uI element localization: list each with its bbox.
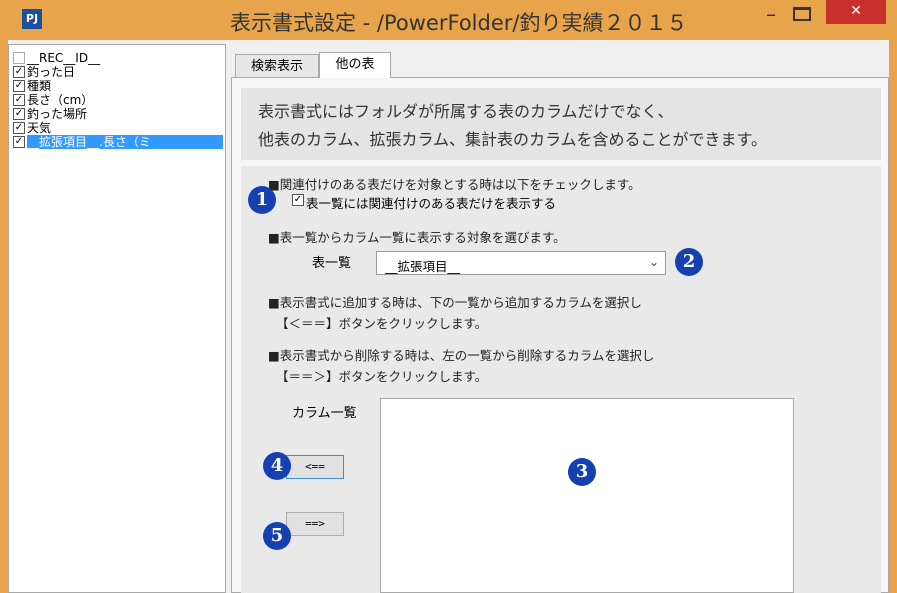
tab-search-display[interactable]: 検索表示 xyxy=(235,54,319,78)
list-item-selected[interactable]: ✓ __拡張項目__.長さ（ミ xyxy=(13,135,223,149)
app-icon: PJ xyxy=(22,9,42,29)
format-column-list[interactable]: __REC__ID__ ✓ 釣った日 ✓ 種類 ✓ 長さ（cm） ✓ 釣った場所 ✓ 天気… xyxy=(8,44,226,593)
callout-badge-5: 5 xyxy=(263,522,291,550)
checkbox[interactable]: ✓ xyxy=(13,122,25,134)
related-only-checkbox[interactable]: ✓ 表一覧には関連付けのある表だけを表示する xyxy=(292,193,556,212)
tab-other-tables[interactable]: 他の表 xyxy=(319,52,391,78)
tables-dropdown[interactable]: __拡張項目__ ⌄ xyxy=(376,251,666,275)
title-bar[interactable]: PJ 表示書式設定 - /PowerFolder/釣り実績２０１５ – ✕ xyxy=(0,0,897,40)
checkbox[interactable]: ✓ xyxy=(13,94,25,106)
callout-badge-2: 2 xyxy=(675,248,703,276)
list-item-label: 天気 xyxy=(27,121,52,135)
columns-label: カラム一覧 xyxy=(292,406,357,421)
minimize-button[interactable]: – xyxy=(759,4,783,26)
callout-badge-3: 3 xyxy=(568,458,596,486)
list-item-label: 釣った日 xyxy=(27,65,76,79)
checkbox[interactable]: ✓ xyxy=(13,80,25,92)
list-item-label: 釣った場所 xyxy=(27,107,88,121)
description-line-2: 他表のカラム、拡張カラム、集計表のカラムを含めることができます。 xyxy=(258,130,767,149)
maximize-button[interactable] xyxy=(793,7,811,21)
select-note: ■表一覧からカラム一覧に表示する対象を選びます。 xyxy=(268,230,566,245)
checkbox[interactable] xyxy=(13,52,25,64)
chevron-down-icon: ⌄ xyxy=(648,255,659,269)
list-item[interactable]: ✓ 天気 xyxy=(13,121,51,135)
list-item-label: 長さ（cm） xyxy=(27,93,94,107)
add-column-button[interactable]: <== xyxy=(286,455,344,479)
list-item[interactable]: ✓ 釣った日 xyxy=(13,65,75,79)
close-button[interactable]: ✕ xyxy=(826,0,886,24)
tables-selected-value: __拡張項目__ xyxy=(385,259,461,274)
list-item-label: __拡張項目__.長さ（ミ xyxy=(27,135,223,149)
description-line-1: 表示書式にはフォルダが所属する表のカラムだけでなく、 xyxy=(258,102,674,121)
add-note-line-2: 【＜＝＝】ボタンをクリックします。 xyxy=(276,316,488,331)
checkbox[interactable]: ✓ xyxy=(13,66,25,78)
list-item[interactable]: ✓ 長さ（cm） xyxy=(13,93,93,107)
checkbox[interactable]: ✓ xyxy=(292,194,304,206)
list-item[interactable]: ✓ 種類 xyxy=(13,79,51,93)
related-note: ■関連付けのある表だけを対象とする時は以下をチェックします。 xyxy=(268,177,641,192)
callout-badge-1: 1 xyxy=(248,186,276,214)
remove-note-line-2: 【＝＝＞】ボタンをクリックします。 xyxy=(276,369,488,384)
list-item-label: __REC__ID__ xyxy=(27,51,101,65)
tables-label: 表一覧 xyxy=(312,256,352,271)
list-item[interactable]: __REC__ID__ xyxy=(13,51,100,65)
remove-column-button[interactable]: ==> xyxy=(286,512,344,536)
checkbox[interactable]: ✓ xyxy=(13,108,25,120)
add-note-line-1: ■表示書式に追加する時は、下の一覧から追加するカラムを選択し xyxy=(268,295,642,310)
related-only-label: 表一覧には関連付けのある表だけを表示する xyxy=(306,196,557,211)
callout-badge-4: 4 xyxy=(263,452,291,480)
list-item-label: 種類 xyxy=(27,79,52,93)
remove-note-line-1: ■表示書式から削除する時は、左の一覧から削除するカラムを選択し xyxy=(268,348,655,363)
checkbox[interactable]: ✓ xyxy=(13,136,25,148)
window-title: 表示書式設定 - /PowerFolder/釣り実績２０１５ xyxy=(230,11,688,35)
available-columns-list[interactable] xyxy=(380,398,794,593)
list-item[interactable]: ✓ 釣った場所 xyxy=(13,107,87,121)
